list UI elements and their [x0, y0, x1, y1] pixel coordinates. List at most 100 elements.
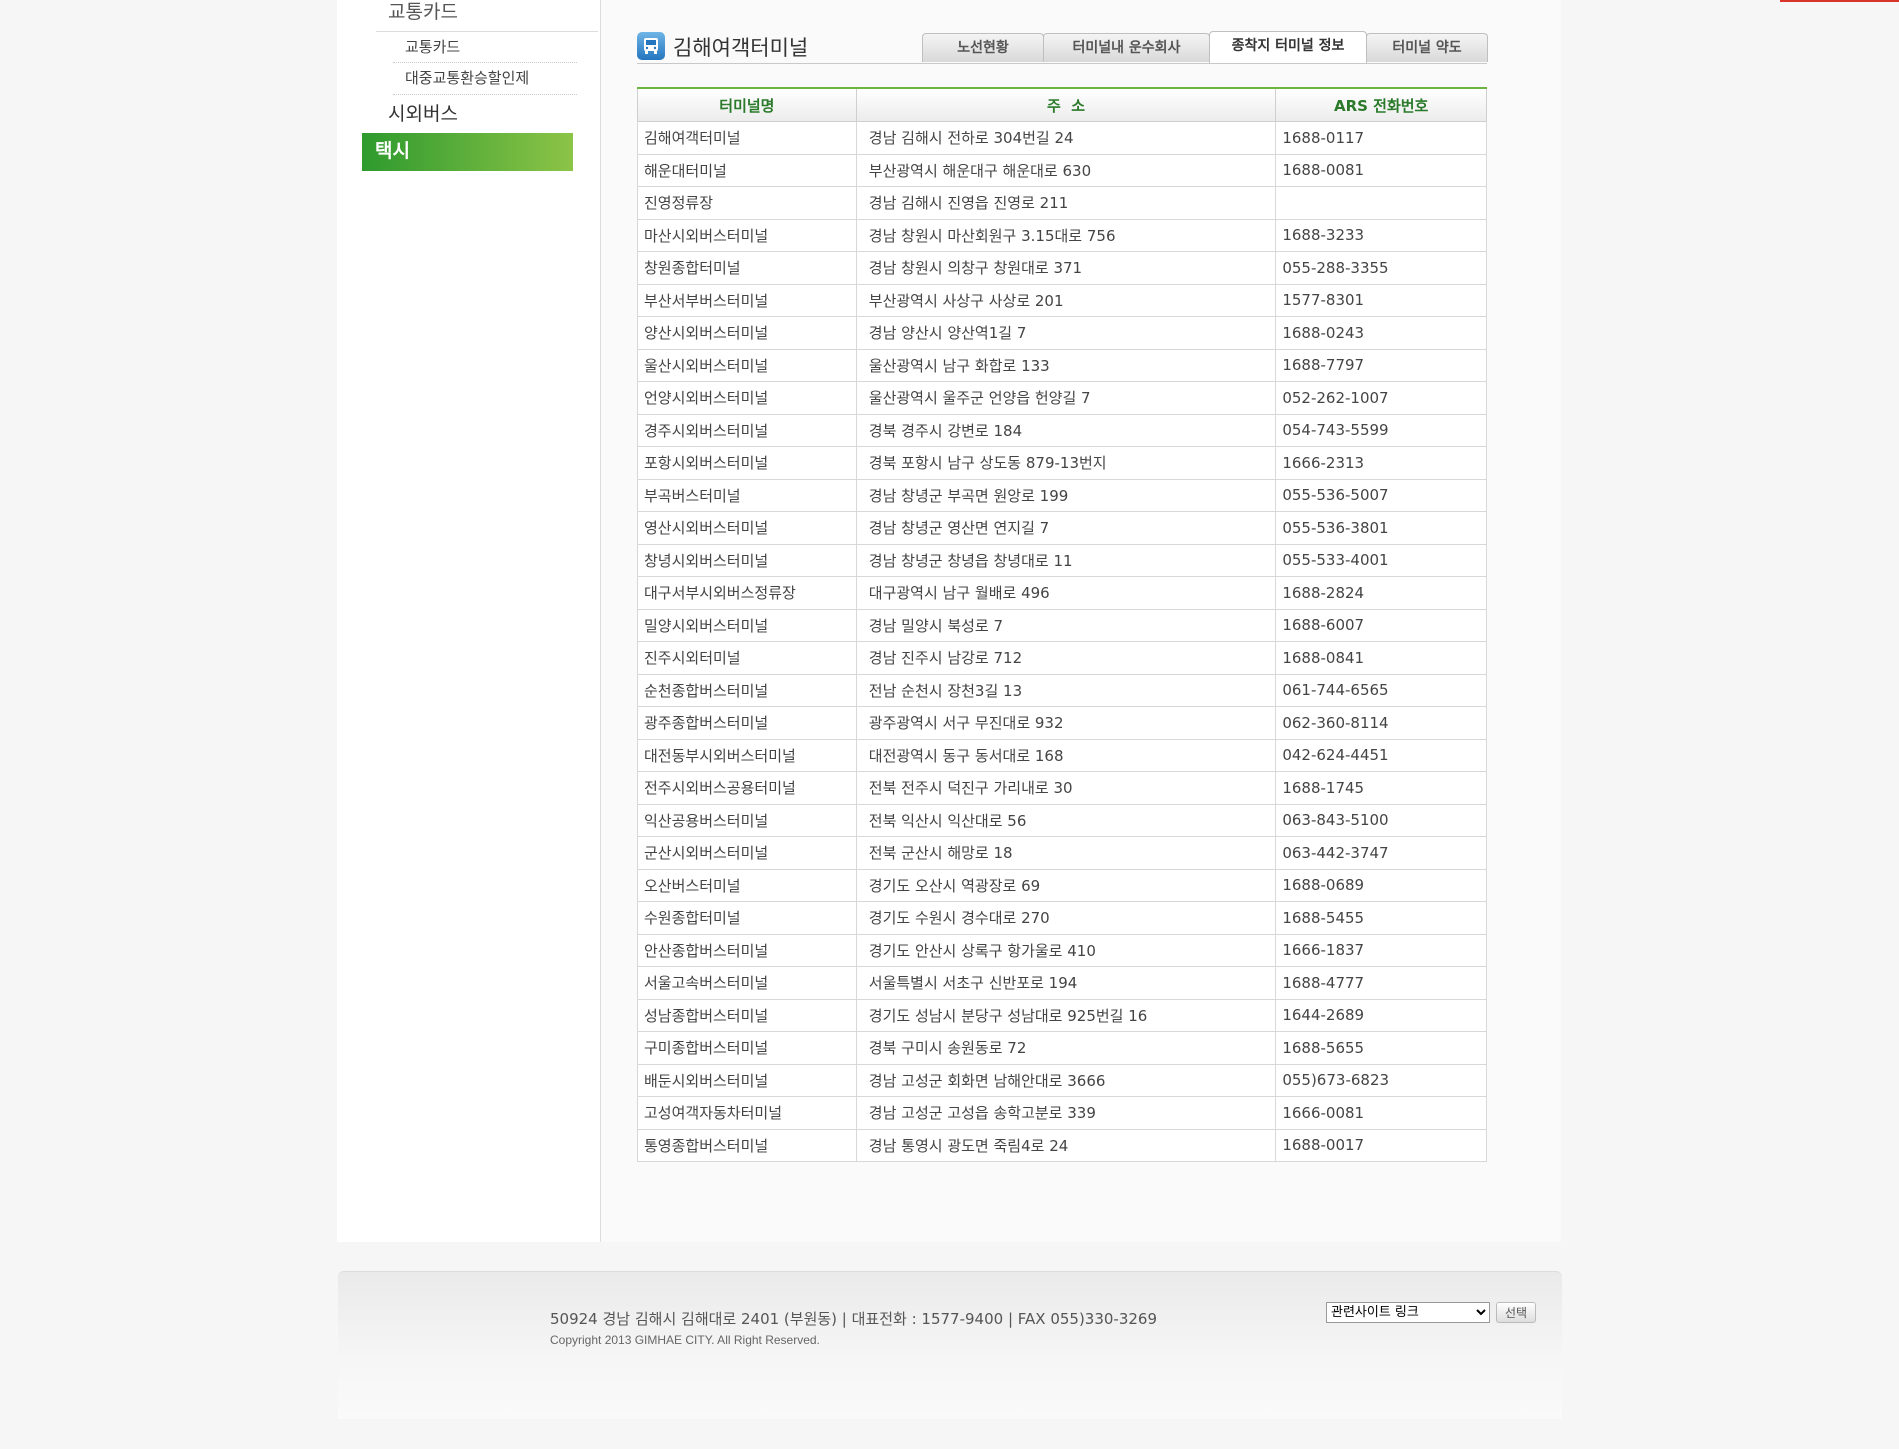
table-row: 배둔시외버스터미널 경남 고성군 회화면 남해안대로 3666 055)673-68… [637, 1063, 1487, 1097]
cell-terminal-name: 오산버스터미널 [637, 868, 857, 902]
page-header: 김해여객터미널 노선현황 터미널내 운수회사 종착지 터미널 정보 터미널 약도 [637, 30, 1488, 64]
sidebar-item-intercity-bus[interactable]: 시외버스 [376, 100, 586, 128]
cell-phone: 1688-1745 [1275, 771, 1487, 805]
cell-address: 경남 진주시 남강로 712 [855, 641, 1277, 675]
cell-terminal-name: 대전동부시외버스터미널 [637, 738, 857, 772]
cell-terminal-name: 구미종합버스터미널 [637, 1031, 857, 1065]
cell-terminal-name: 부곡버스터미널 [637, 478, 857, 512]
cell-address: 경남 김해시 진영읍 진영로 211 [855, 186, 1277, 220]
table-row: 울산시외버스터미널 울산광역시 남구 화합로 133 1688-7797 [637, 348, 1487, 382]
cell-terminal-name: 서울고속버스터미널 [637, 966, 857, 1000]
footer-copyright: Copyright 2013 GIMHAE CITY. All Right Re… [550, 1333, 820, 1347]
sidebar-item-transport-card-group[interactable]: 교통카드 [376, 0, 598, 32]
cell-address: 경기도 수원시 경수대로 270 [855, 901, 1277, 935]
table-row: 경주시외버스터미널 경북 경주시 강변로 184 054-743-5599 [637, 413, 1487, 447]
cell-phone: 061-744-6565 [1275, 673, 1487, 707]
cell-phone: 1688-0081 [1275, 153, 1487, 187]
cell-terminal-name: 경주시외버스터미널 [637, 413, 857, 447]
cell-address: 울산광역시 울주군 언양읍 헌양길 7 [855, 381, 1277, 415]
cell-address: 전북 전주시 덕진구 가리내로 30 [855, 771, 1277, 805]
cell-address: 부산광역시 사상구 사상로 201 [855, 283, 1277, 317]
cell-phone: 1688-0243 [1275, 316, 1487, 350]
sidebar-subitem-transfer-discount[interactable]: 대중교통환승할인제 [393, 63, 577, 95]
table-row: 포항시외버스터미널 경북 포항시 남구 상도동 879-13번지 1666-2313 [637, 446, 1487, 480]
cell-terminal-name: 진주시외터미널 [637, 641, 857, 675]
sidebar-item-taxi-active[interactable]: 택시 [362, 133, 573, 171]
cell-terminal-name: 순천종합버스터미널 [637, 673, 857, 707]
cell-address: 경남 통영시 광도면 죽림4로 24 [855, 1128, 1277, 1162]
cell-address: 경남 창녕군 부곡면 원앙로 199 [855, 478, 1277, 512]
footer: 50924 경남 김해시 김해대로 2401 (부원동) | 대표전화 : 15… [338, 1271, 1562, 1419]
cell-terminal-name: 김해여객터미널 [637, 121, 857, 155]
tab-destination-terminal-info[interactable]: 종착지 터미널 정보 [1209, 31, 1367, 63]
cell-phone: 052-262-1007 [1275, 381, 1487, 415]
cell-terminal-name: 수원종합터미널 [637, 901, 857, 935]
table-row: 대전동부시외버스터미널 대전광역시 동구 동서대로 168 042-624-4451 [637, 738, 1487, 772]
cell-phone: 063-843-5100 [1275, 803, 1487, 837]
cell-phone: 1688-3233 [1275, 218, 1487, 252]
cell-phone: 1688-0841 [1275, 641, 1487, 675]
cell-terminal-name: 안산종합버스터미널 [637, 933, 857, 967]
table-row: 전주시외버스공용터미널 전북 전주시 덕진구 가리내로 30 1688-1745 [637, 771, 1487, 805]
sidebar-subitem-transport-card[interactable]: 교통카드 [393, 32, 577, 63]
table-row: 양산시외버스터미널 경남 양산시 양산역1길 7 1688-0243 [637, 316, 1487, 350]
cell-phone: 062-360-8114 [1275, 706, 1487, 740]
table-row: 부곡버스터미널 경남 창녕군 부곡면 원앙로 199 055-536-5007 [637, 478, 1487, 512]
cell-address: 경남 창녕군 창녕읍 창녕대로 11 [855, 543, 1277, 577]
cell-phone: 1644-2689 [1275, 998, 1487, 1032]
table-row: 밀양시외버스터미널 경남 밀양시 북성로 7 1688-6007 [637, 608, 1487, 642]
cell-phone: 1688-6007 [1275, 608, 1487, 642]
bus-icon [637, 32, 665, 60]
table-row: 구미종합버스터미널 경북 구미시 송원동로 72 1688-5655 [637, 1031, 1487, 1065]
cell-address: 대전광역시 동구 동서대로 168 [855, 738, 1277, 772]
cell-phone: 1688-4777 [1275, 966, 1487, 1000]
cell-phone [1275, 186, 1487, 220]
table-row: 창원종합터미널 경남 창원시 의창구 창원대로 371 055-288-3355 [637, 251, 1487, 285]
cell-terminal-name: 통영종합버스터미널 [637, 1128, 857, 1162]
cell-phone: 055-288-3355 [1275, 251, 1487, 285]
cell-terminal-name: 밀양시외버스터미널 [637, 608, 857, 642]
table-row: 해운대터미널 부산광역시 해운대구 해운대로 630 1688-0081 [637, 153, 1487, 187]
table-row: 창녕시외버스터미널 경남 창녕군 창녕읍 창녕대로 11 055-533-4001 [637, 543, 1487, 577]
cell-phone: 063-442-3747 [1275, 836, 1487, 870]
cell-phone: 1688-0017 [1275, 1128, 1487, 1162]
cell-phone: 1666-2313 [1275, 446, 1487, 480]
cell-phone: 1688-5455 [1275, 901, 1487, 935]
table-row: 안산종합버스터미널 경기도 안산시 상록구 항가울로 410 1666-1837 [637, 933, 1487, 967]
cell-phone: 055)673-6823 [1275, 1063, 1487, 1097]
table-header-row: 터미널명 주 소 ARS 전화번호 [637, 87, 1487, 122]
table-row: 언양시외버스터미널 울산광역시 울주군 언양읍 헌양길 7 052-262-1007 [637, 381, 1487, 415]
cell-address: 경북 경주시 강변로 184 [855, 413, 1277, 447]
related-sites-select[interactable]: 관련사이트 링크 [1326, 1302, 1490, 1323]
cell-address: 경남 창녕군 영산면 연지길 7 [855, 511, 1277, 545]
cell-address: 경남 고성군 고성읍 송학고분로 339 [855, 1096, 1277, 1130]
cell-address: 경기도 안산시 상록구 항가울로 410 [855, 933, 1277, 967]
cell-terminal-name: 창원종합터미널 [637, 251, 857, 285]
cell-terminal-name: 고성여객자동차터미널 [637, 1096, 857, 1130]
table-row: 김해여객터미널 경남 김해시 전하로 304번길 24 1688-0117 [637, 121, 1487, 155]
page-title: 김해여객터미널 [673, 36, 809, 60]
cell-address: 전북 익산시 익산대로 56 [855, 803, 1277, 837]
cell-terminal-name: 전주시외버스공용터미널 [637, 771, 857, 805]
cell-phone: 1688-7797 [1275, 348, 1487, 382]
cell-phone: 042-624-4451 [1275, 738, 1487, 772]
cell-phone: 1688-0117 [1275, 121, 1487, 155]
cell-terminal-name: 해운대터미널 [637, 153, 857, 187]
cell-phone: 1688-0689 [1275, 868, 1487, 902]
cell-phone: 054-743-5599 [1275, 413, 1487, 447]
cell-address: 경남 창원시 마산회원구 3.15대로 756 [855, 218, 1277, 252]
sidebar: 교통카드 교통카드 대중교통환승할인제 시외버스 택시 [337, 0, 601, 1242]
cell-address: 경북 포항시 남구 상도동 879-13번지 [855, 446, 1277, 480]
column-header-address: 주 소 [855, 87, 1277, 122]
table-row: 영산시외버스터미널 경남 창녕군 영산면 연지길 7 055-536-3801 [637, 511, 1487, 545]
cell-terminal-name: 영산시외버스터미널 [637, 511, 857, 545]
select-button[interactable]: 선택 [1496, 1302, 1536, 1323]
table-row: 수원종합터미널 경기도 수원시 경수대로 270 1688-5455 [637, 901, 1487, 935]
tab-terminal-companies[interactable]: 터미널내 운수회사 [1043, 33, 1210, 62]
cell-address: 경기도 오산시 역광장로 69 [855, 868, 1277, 902]
cell-phone: 055-533-4001 [1275, 543, 1487, 577]
tab-route-status[interactable]: 노선현황 [922, 33, 1044, 62]
tab-terminal-map[interactable]: 터미널 약도 [1366, 33, 1488, 62]
cell-terminal-name: 광주종합버스터미널 [637, 706, 857, 740]
cell-terminal-name: 대구서부시외버스정류장 [637, 576, 857, 610]
